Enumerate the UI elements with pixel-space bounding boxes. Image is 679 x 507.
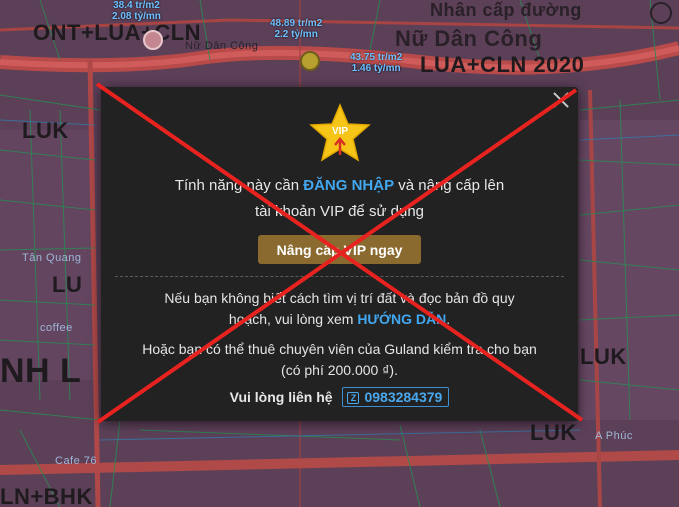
place-label: Cafe 76 [55,455,98,467]
zone-label: LN+BHK [0,484,93,507]
vip-badge-text: VIP [332,126,348,137]
price-marker[interactable]: 48.89 tr/m2 2.2 tỷ/mn [270,18,322,40]
place-label: Tân Quang [22,252,82,264]
upgrade-vip-button[interactable]: Nâng cấp VIP ngay [258,235,421,264]
street-label: Nhân cấp đường [430,0,582,20]
vip-required-dialog: VIP Tính năng này cần ĐĂNG NHẬP và nâng … [101,87,578,421]
zone-label: LUK [580,344,627,369]
price-marker[interactable]: 38.4 tr/m2 2.08 tỷ/mn [112,0,161,22]
zone-label: LUA+CLN 2020 [420,52,585,77]
place-label: A Phúc [595,430,633,442]
zone-label: NH L [0,352,82,390]
hire-expert-text: Hoặc bạn có thể thuê chuyên viên của Gul… [142,341,537,357]
divider [115,276,564,277]
guide-link[interactable]: HƯỚNG DẪN [357,311,446,327]
login-required-message-line2: tài khoản VIP để sử dụng [254,203,425,220]
hire-expert-fee: (có phí 200.000 ₫). [281,362,398,378]
phone-number: 0983284379 [364,389,443,405]
contact-label: Vui lòng liên hệ [229,389,333,405]
zone-label: LUK [22,118,69,143]
login-link[interactable]: ĐĂNG NHẬP [303,177,394,194]
phone-link[interactable]: Z 0983284379 [342,387,450,407]
login-required-message: Tính năng này cần ĐĂNG NHẬP và nâng cấp … [174,177,505,194]
vip-star-icon: VIP [309,103,371,162]
map-pin[interactable] [143,30,163,50]
map-pin[interactable] [300,51,320,71]
zone-label: LUK [530,420,577,445]
street-label: Nữ Dân Công [185,40,259,52]
place-label: coffee [40,322,73,334]
map-pin[interactable] [650,2,672,24]
close-icon[interactable] [550,89,572,111]
contact-row: Vui lòng liên hệ Z 0983284379 [101,387,578,407]
zalo-icon: Z [347,392,360,404]
zone-label: LU [52,272,83,297]
street-label: Nữ Dân Công [395,26,543,51]
zone-label: ONT+LUA+CLN [33,20,202,45]
price-marker[interactable]: 43.75 tr/m2 1.46 tỷ/mn [350,52,402,74]
guide-info-text-line2: hoạch, vui lòng xem HƯỚNG DẪN. [228,311,451,327]
guide-info-text: Nếu bạn không biết cách tìm vị trí đất v… [164,290,515,306]
